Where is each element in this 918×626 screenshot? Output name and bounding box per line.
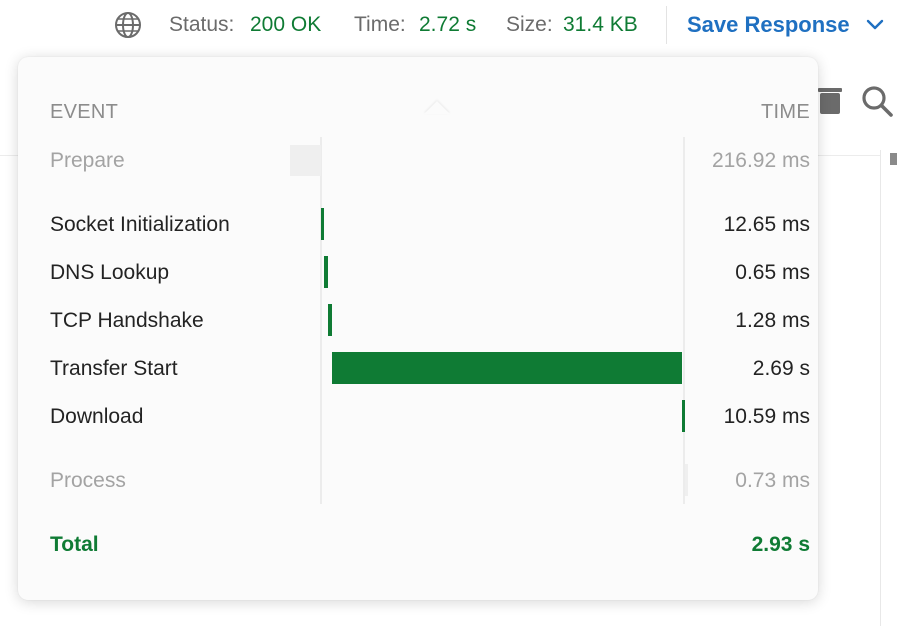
timing-bar-tcp-handshake: [328, 304, 332, 336]
event-label-prepare: Prepare: [50, 149, 125, 172]
globe-icon[interactable]: [113, 10, 143, 40]
event-time-prepare: 216.92 ms: [711, 149, 810, 172]
timing-bar-transfer-start: [332, 352, 682, 384]
event-time-socket-initialization: 12.65 ms: [723, 213, 810, 236]
timing-bar-download: [682, 400, 685, 432]
event-label-process: Process: [50, 469, 126, 492]
timing-bar-process: [685, 464, 688, 496]
event-time-download: 10.59 ms: [723, 405, 810, 428]
save-response-label: Save Response: [687, 12, 850, 37]
timing-bar-dns-lookup: [324, 256, 328, 288]
event-label-download: Download: [50, 405, 144, 428]
time-column-header: TIME: [761, 101, 810, 123]
chevron-down-icon: [866, 19, 883, 30]
event-time-dns-lookup: 0.65 ms: [735, 261, 810, 284]
event-time-process: 0.73 ms: [735, 469, 810, 492]
response-status-bar: Status: 200 OK Time: 2.72 s Size: 31.4 K…: [0, 0, 918, 50]
status-value[interactable]: 200 OK: [250, 13, 321, 37]
panel-divider: [880, 150, 881, 626]
event-time-transfer-start: 2.69 s: [752, 357, 810, 380]
event-label-tcp-handshake: TCP Handshake: [50, 309, 204, 332]
timeline-start-line: [320, 137, 322, 504]
time-value[interactable]: 2.72 s: [419, 13, 476, 37]
total-time: 2.93 s: [751, 533, 810, 556]
size-value[interactable]: 31.4 KB: [563, 13, 638, 37]
scrollbar-thumb[interactable]: [890, 153, 897, 165]
save-response-button[interactable]: Save Response: [687, 11, 884, 39]
status-label: Status:: [169, 13, 235, 36]
timing-bar-prepare: [290, 145, 321, 176]
status-divider: [666, 6, 667, 44]
event-label-dns-lookup: DNS Lookup: [50, 261, 170, 284]
time-label: Time:: [354, 13, 406, 36]
total-label: Total: [50, 533, 99, 556]
timing-bar-socket-initialization: [321, 208, 324, 240]
response-time-popover: EVENT TIME Prepare 216.92 ms Socket Init…: [18, 57, 818, 600]
event-label-transfer-start: Transfer Start: [50, 357, 178, 380]
size-label: Size:: [506, 13, 553, 36]
timeline-end-line: [683, 137, 685, 504]
popover-caret: [424, 101, 450, 114]
trash-icon[interactable]: [816, 86, 846, 116]
search-icon[interactable]: [860, 84, 894, 118]
event-column-header: EVENT: [50, 101, 119, 123]
event-label-socket-initialization: Socket Initialization: [50, 213, 230, 236]
event-time-tcp-handshake: 1.28 ms: [735, 309, 810, 332]
